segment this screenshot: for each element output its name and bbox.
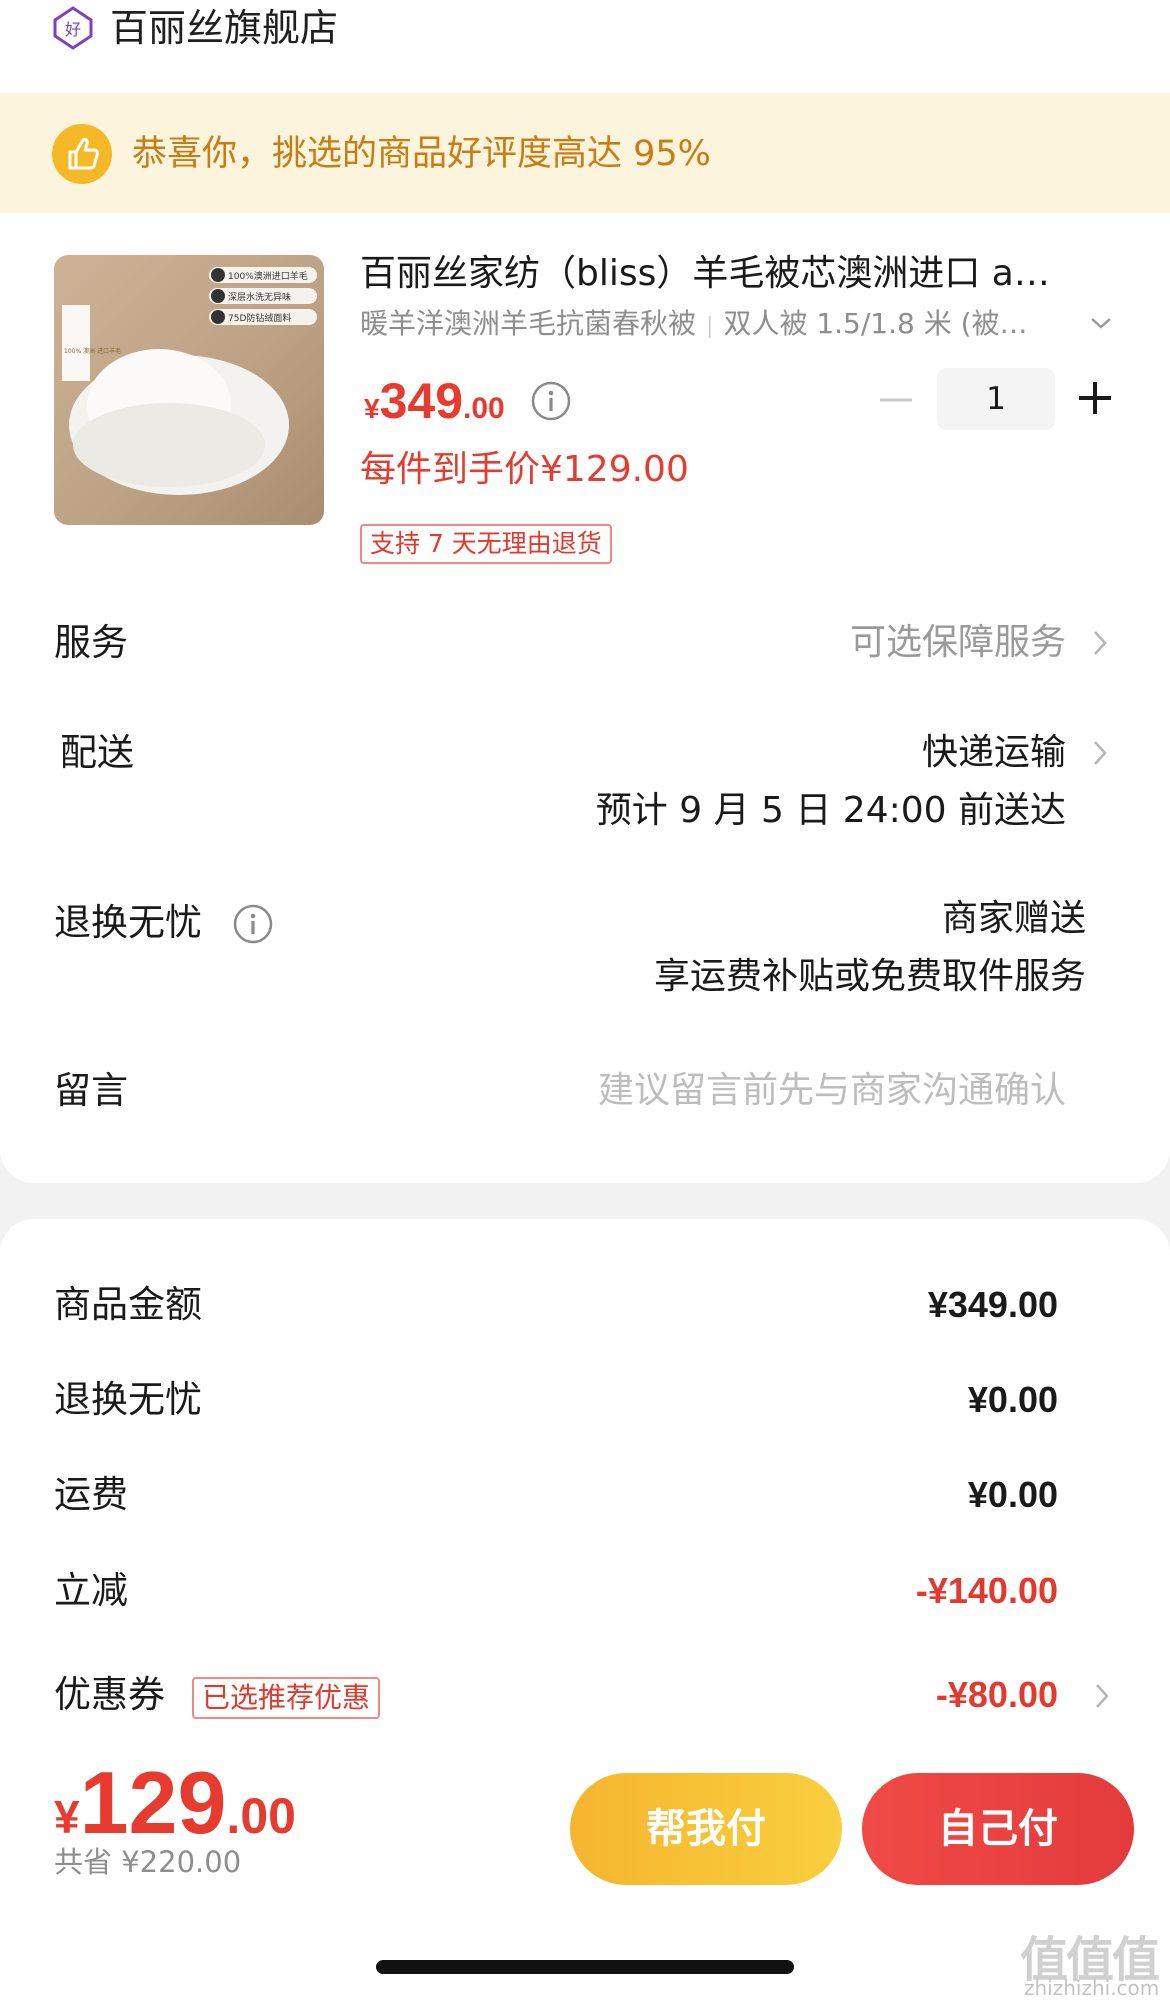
return-value: 商家赠送 (941, 898, 1086, 939)
product-image[interactable]: 100%澳洲进口羊毛 深层水洗无异味 75D防钻绒面料 100% 澳洲 进口羊毛 (54, 255, 324, 525)
price-dec: .00 (463, 392, 505, 425)
decrease-quantity-button[interactable] (876, 380, 916, 420)
discount-label: 立减 (54, 1569, 128, 1612)
spec-name: 暖羊洋澳洲羊毛抗菌春秋被 (360, 307, 697, 340)
chevron-right-icon[interactable] (1090, 1677, 1114, 1715)
per-item-price: 每件到手价¥129.00 (360, 449, 689, 490)
delivery-estimate: 预计 9 月 5 日 24:00 前送达 (595, 790, 1066, 831)
coupon-label: 优惠券 (54, 1673, 165, 1716)
home-indicator[interactable] (376, 1960, 794, 1974)
price-int: 349 (379, 373, 464, 429)
discount-value: -¥140.00 (915, 1570, 1058, 1611)
total-dec: .00 (226, 1788, 296, 1844)
service-value[interactable]: 可选保障服务 (850, 615, 1066, 671)
increase-quantity-button[interactable] (1073, 376, 1117, 420)
spec-size: 双人被 1.5/1.8 米 (被… (723, 307, 1028, 340)
shipping-value: ¥0.00 (967, 1474, 1058, 1515)
goods-amount-value: ¥349.00 (927, 1284, 1058, 1325)
svg-text:好: 好 (65, 20, 81, 39)
message-input[interactable]: 建议留言前先与商家沟通确认 (598, 1063, 1066, 1119)
spec-separator: | (706, 314, 714, 339)
chevron-right-icon[interactable] (1088, 734, 1112, 772)
chevron-down-icon[interactable] (1086, 308, 1116, 338)
image-label-4: 100% 澳洲 进口羊毛 (64, 347, 121, 355)
thumbs-up-icon (52, 124, 112, 184)
total-price: ¥129.00 (54, 1752, 296, 1854)
help-pay-button[interactable]: 帮我付 (570, 1773, 842, 1885)
image-label-2: 深层水洗无异味 (228, 291, 291, 303)
product-spec[interactable]: 暖羊洋澳洲羊毛抗菌春秋被 | 双人被 1.5/1.8 米 (被… (360, 302, 1060, 349)
image-label-1: 100%澳洲进口羊毛 (228, 270, 308, 282)
image-label-3: 75D防钻绒面料 (228, 312, 291, 324)
price-symbol: ¥ (364, 393, 380, 424)
coupon-tag: 已选推荐优惠 (192, 1677, 381, 1719)
goods-amount-label: 商品金额 (54, 1283, 202, 1326)
delivery-label: 配送 (60, 731, 134, 774)
watermark-url: zhizhizhi.com (1024, 1976, 1160, 2000)
shipping-label: 运费 (54, 1473, 128, 1516)
banner-text: 恭喜你，挑选的商品好评度高达 95% (132, 134, 711, 174)
price-info-icon[interactable] (530, 380, 572, 422)
delivery-method[interactable]: 快递运输 (922, 725, 1066, 781)
return-fee-label: 退换无忧 (54, 1378, 202, 1421)
total-int: 129 (79, 1753, 227, 1852)
self-pay-button[interactable]: 自己付 (862, 1773, 1134, 1885)
product-title[interactable]: 百丽丝家纺（bliss）羊毛被芯澳洲进口 a… (360, 248, 1120, 300)
store-name[interactable]: 百丽丝旗舰店 (110, 0, 338, 56)
service-label: 服务 (54, 621, 128, 664)
quantity-input[interactable]: 1 (937, 368, 1055, 430)
store-logo-icon: 好 (53, 6, 93, 50)
return-benefit: 享运费补贴或免费取件服务 (653, 956, 1086, 997)
chevron-right-icon[interactable] (1088, 624, 1112, 662)
return-info-icon[interactable] (232, 903, 274, 945)
coupon-value[interactable]: -¥80.00 (936, 1667, 1058, 1723)
unit-price: ¥349.00 (364, 372, 505, 430)
saved-amount: 共省 ¥220.00 (54, 1845, 242, 1879)
return-policy-tag: 支持 7 天无理由退货 (360, 524, 612, 564)
message-label: 留言 (54, 1069, 128, 1112)
return-fee-value: ¥0.00 (967, 1379, 1058, 1420)
total-symbol: ¥ (54, 1791, 80, 1843)
return-label: 退换无忧 (54, 901, 202, 944)
